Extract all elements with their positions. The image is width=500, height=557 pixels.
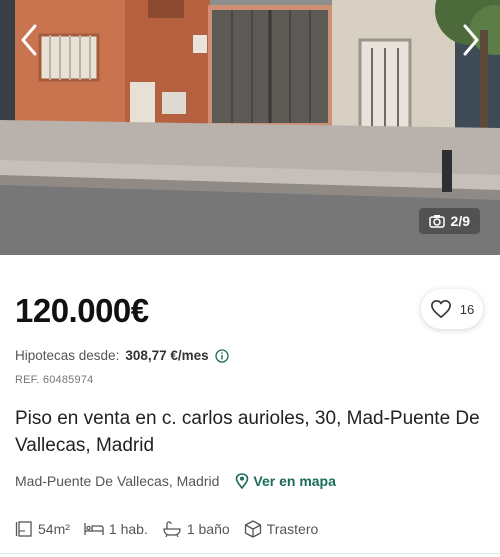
feature-bathrooms-label: 1 baño (186, 521, 230, 537)
storage-icon (244, 520, 261, 538)
listing-price: 120.000€ (15, 292, 149, 329)
feature-area-label: 54m² (38, 521, 70, 537)
location-text: Mad-Puente De Vallecas, Madrid (15, 473, 220, 489)
chevron-left-icon (21, 24, 37, 56)
listing-reference: REF. 60485974 (15, 374, 94, 386)
view-map-link[interactable]: Ver en mapa (235, 473, 336, 489)
listing-location: Mad-Puente De Vallecas, Madrid Ver en ma… (15, 473, 336, 489)
previous-photo-button[interactable] (12, 18, 46, 62)
feature-storage-label: Trastero (266, 521, 319, 537)
feature-bedrooms-label: 1 hab. (108, 521, 148, 537)
next-photo-button[interactable] (454, 18, 488, 62)
chevron-right-icon (463, 24, 479, 56)
feature-area: 54m² (15, 520, 70, 538)
camera-icon (428, 215, 445, 228)
features-list: 54m² 1 hab. 1 baño Trastero (15, 520, 318, 538)
photo-counter: 2/9 (418, 208, 480, 234)
listing-title[interactable]: Piso en venta en c. carlos aurioles, 30,… (15, 405, 485, 459)
favorite-button[interactable]: 16 (421, 289, 483, 329)
feature-bedrooms: 1 hab. (84, 521, 148, 537)
favorites-count: 16 (459, 301, 475, 317)
heart-icon (430, 300, 451, 318)
mortgage-label: Hipotecas desde: (15, 348, 120, 363)
area-icon (15, 521, 32, 537)
feature-storage: Trastero (244, 520, 319, 538)
card-divider (0, 553, 500, 554)
feature-bathrooms: 1 baño (162, 521, 230, 537)
mortgage-info: Hipotecas desde: 308,77 €/mes (15, 348, 229, 363)
map-pin-icon (236, 473, 249, 489)
photo-counter-text: 2/9 (450, 213, 470, 229)
mortgage-value: 308,77 €/mes (125, 348, 209, 363)
view-map-label: Ver en mapa (253, 473, 336, 489)
bath-icon (163, 521, 181, 537)
info-icon[interactable] (215, 348, 229, 363)
listing-photo[interactable]: 2/9 (0, 0, 500, 255)
bed-icon (84, 523, 104, 535)
